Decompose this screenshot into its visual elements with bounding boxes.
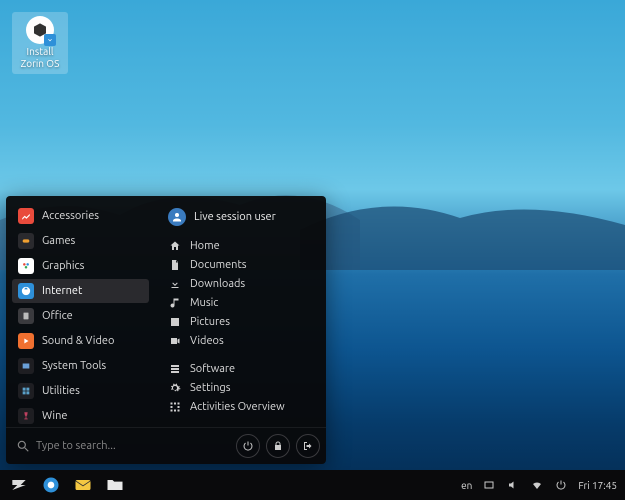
shortcut-label: Software bbox=[190, 363, 235, 375]
place-music[interactable]: Music bbox=[162, 294, 320, 312]
category-sound-video[interactable]: Sound & Video bbox=[12, 329, 149, 353]
power-icon bbox=[242, 440, 254, 452]
mail-icon bbox=[73, 475, 93, 495]
search-icon bbox=[16, 439, 30, 453]
taskbar-mail[interactable] bbox=[72, 474, 94, 496]
settings-icon bbox=[168, 382, 182, 394]
lock-icon bbox=[272, 440, 284, 452]
place-label: Documents bbox=[190, 259, 247, 271]
desktop-icon-install-zorin[interactable]: Install Zorin OS bbox=[12, 12, 68, 74]
tray-window[interactable] bbox=[482, 478, 496, 492]
menu-footer bbox=[6, 427, 326, 464]
place-label: Pictures bbox=[190, 316, 230, 328]
place-pictures[interactable]: Pictures bbox=[162, 313, 320, 331]
category-accessories[interactable]: Accessories bbox=[12, 204, 149, 228]
internet-icon bbox=[18, 283, 34, 299]
shortcut-settings[interactable]: Settings bbox=[162, 379, 320, 397]
videos-icon bbox=[168, 335, 182, 347]
place-documents[interactable]: Documents bbox=[162, 256, 320, 274]
category-label: Utilities bbox=[42, 385, 80, 397]
place-home[interactable]: Home bbox=[162, 237, 320, 255]
menu-search[interactable] bbox=[12, 435, 230, 457]
place-videos[interactable]: Videos bbox=[162, 332, 320, 350]
place-label: Home bbox=[190, 240, 220, 252]
graphics-icon bbox=[18, 258, 34, 274]
category-games[interactable]: Games bbox=[12, 229, 149, 253]
tray-power[interactable] bbox=[554, 478, 568, 492]
zorin-icon bbox=[9, 475, 29, 495]
category-office[interactable]: Office bbox=[12, 304, 149, 328]
category-wine[interactable]: Wine bbox=[12, 404, 149, 427]
category-internet[interactable]: Internet bbox=[12, 279, 149, 303]
zorin-installer-icon bbox=[26, 16, 54, 44]
window-icon bbox=[483, 479, 495, 491]
network-icon bbox=[531, 479, 543, 491]
desktop-icon-label: Install Zorin OS bbox=[14, 46, 66, 70]
wine-icon bbox=[18, 408, 34, 424]
logout-icon bbox=[302, 440, 314, 452]
documents-icon bbox=[168, 259, 182, 271]
taskbar-files[interactable] bbox=[104, 474, 126, 496]
shortcut-activities[interactable]: Activities Overview bbox=[162, 398, 320, 416]
taskbar-browser[interactable] bbox=[40, 474, 62, 496]
shortcut-label: Activities Overview bbox=[190, 401, 285, 413]
download-badge-icon bbox=[44, 34, 56, 46]
taskbar-start[interactable] bbox=[8, 474, 30, 496]
menu-user-label: Live session user bbox=[194, 211, 276, 223]
menu-search-input[interactable] bbox=[36, 440, 226, 452]
tray-volume[interactable] bbox=[506, 478, 520, 492]
place-label: Videos bbox=[190, 335, 224, 347]
category-utilities[interactable]: Utilities bbox=[12, 379, 149, 403]
games-icon bbox=[18, 233, 34, 249]
category-graphics[interactable]: Graphics bbox=[12, 254, 149, 278]
category-label: Games bbox=[42, 235, 75, 247]
music-icon bbox=[168, 297, 182, 309]
category-label: Sound & Video bbox=[42, 335, 114, 347]
taskbar-tray: en Fri 17:45 bbox=[461, 478, 617, 492]
menu-categories: Accessories Games Graphics Internet Offi… bbox=[6, 196, 156, 427]
system-tools-icon bbox=[18, 358, 34, 374]
tray-lang[interactable]: en bbox=[461, 480, 472, 491]
category-label: Graphics bbox=[42, 260, 84, 272]
category-system-tools[interactable]: System Tools bbox=[12, 354, 149, 378]
category-label: Wine bbox=[42, 410, 67, 422]
start-menu: Accessories Games Graphics Internet Offi… bbox=[6, 196, 326, 464]
place-label: Downloads bbox=[190, 278, 245, 290]
office-icon bbox=[18, 308, 34, 324]
downloads-icon bbox=[168, 278, 182, 290]
software-icon bbox=[168, 363, 182, 375]
taskbar-launchers bbox=[8, 474, 126, 496]
menu-places: Live session user Home Documents Downloa… bbox=[156, 196, 326, 427]
sound-video-icon bbox=[18, 333, 34, 349]
pictures-icon bbox=[168, 316, 182, 328]
home-icon bbox=[168, 240, 182, 252]
shortcut-software[interactable]: Software bbox=[162, 360, 320, 378]
menu-lock-button[interactable] bbox=[266, 434, 290, 458]
power-icon bbox=[555, 479, 567, 491]
tray-network[interactable] bbox=[530, 478, 544, 492]
utilities-icon bbox=[18, 383, 34, 399]
browser-icon bbox=[41, 475, 61, 495]
activities-icon bbox=[168, 401, 182, 413]
taskbar: en Fri 17:45 bbox=[0, 470, 625, 500]
menu-user[interactable]: Live session user bbox=[162, 204, 320, 230]
category-label: System Tools bbox=[42, 360, 106, 372]
place-label: Music bbox=[190, 297, 218, 309]
menu-logout-button[interactable] bbox=[296, 434, 320, 458]
category-label: Office bbox=[42, 310, 73, 322]
volume-icon bbox=[507, 479, 519, 491]
accessories-icon bbox=[18, 208, 34, 224]
menu-power-button[interactable] bbox=[236, 434, 260, 458]
user-avatar-icon bbox=[168, 208, 186, 226]
category-label: Internet bbox=[42, 285, 82, 297]
tray-clock[interactable]: Fri 17:45 bbox=[578, 480, 617, 491]
category-label: Accessories bbox=[42, 210, 99, 222]
shortcut-label: Settings bbox=[190, 382, 231, 394]
place-downloads[interactable]: Downloads bbox=[162, 275, 320, 293]
files-icon bbox=[105, 475, 125, 495]
